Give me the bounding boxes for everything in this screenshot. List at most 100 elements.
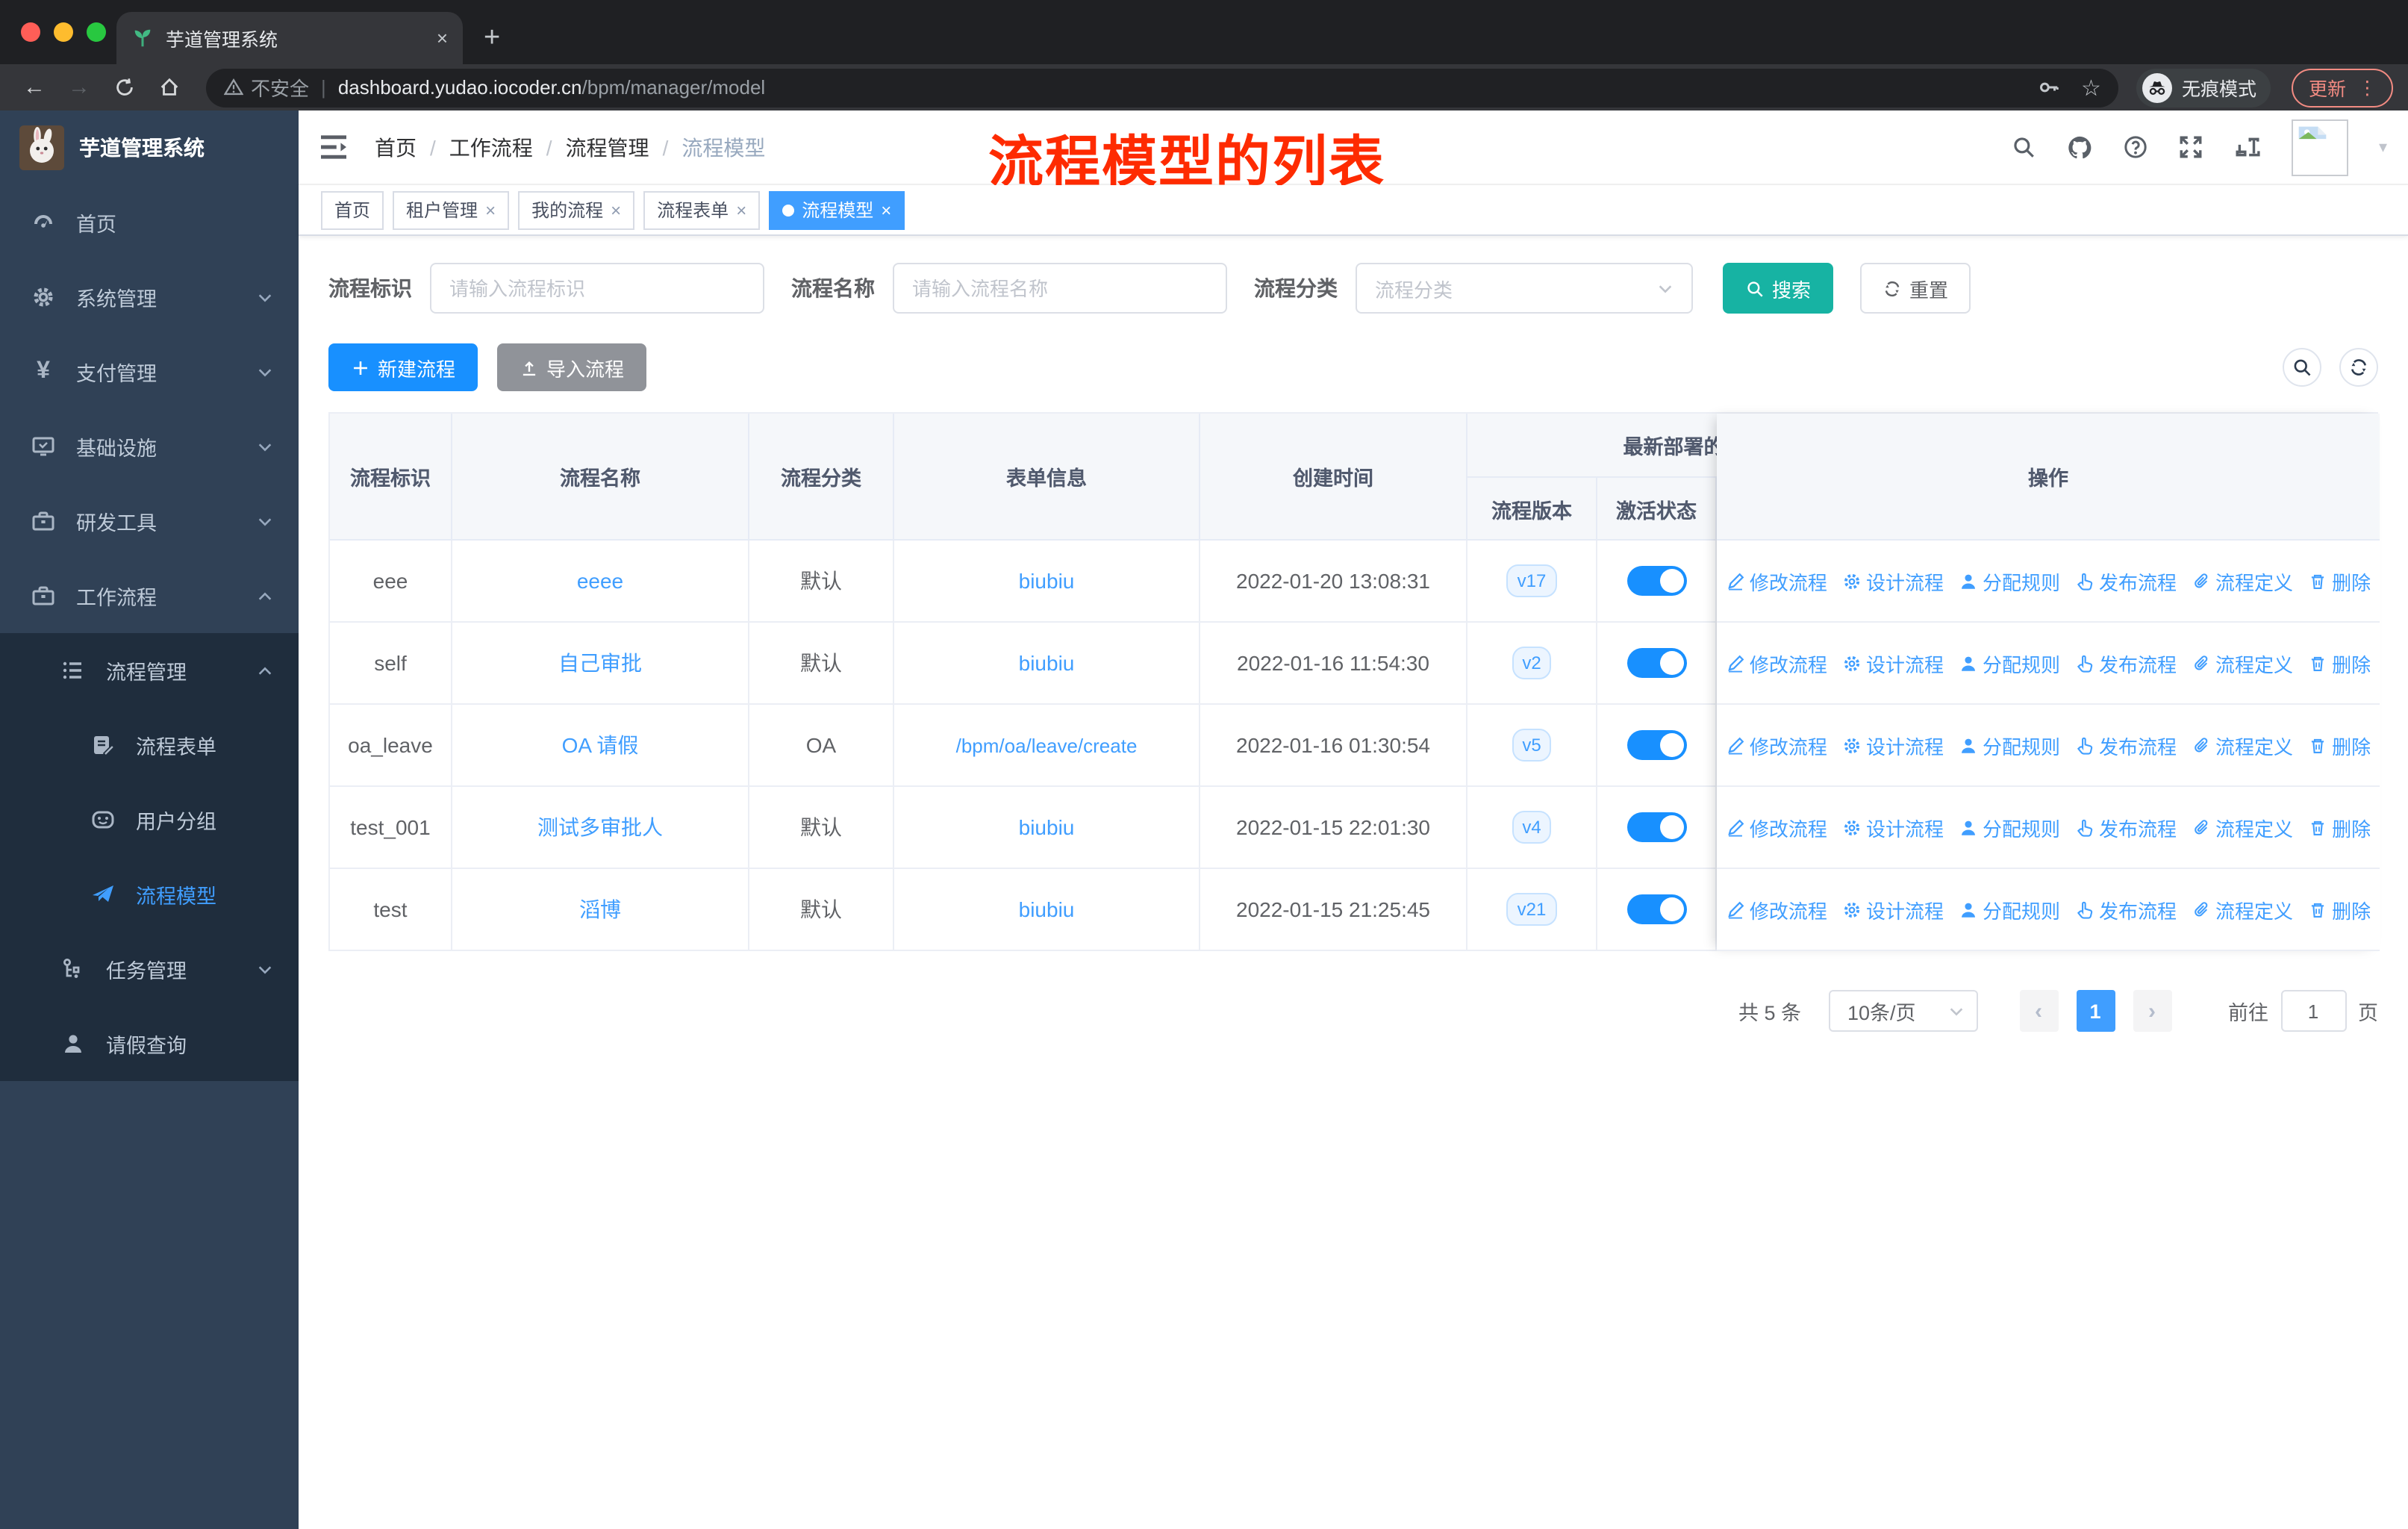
- home-icon[interactable]: [149, 75, 188, 100]
- breadcrumb-workflow[interactable]: 工作流程: [449, 132, 533, 162]
- form-info-link[interactable]: biubiu: [1019, 897, 1075, 921]
- reload-icon[interactable]: [105, 75, 143, 100]
- form-info-link[interactable]: biubiu: [1019, 651, 1075, 675]
- browser-menu-icon[interactable]: ⋮: [2358, 76, 2377, 99]
- key-icon[interactable]: [2038, 76, 2060, 99]
- update-button[interactable]: 更新 ⋮: [2292, 68, 2393, 107]
- form-info-link[interactable]: biubiu: [1019, 569, 1075, 593]
- sidebar-item-workflow[interactable]: 工作流程: [0, 558, 299, 633]
- design-process-link[interactable]: 设计流程: [1835, 731, 1951, 759]
- version-badge[interactable]: v21: [1506, 893, 1557, 926]
- minimize-window-button[interactable]: [54, 22, 73, 42]
- tag-home[interactable]: 首页: [321, 190, 384, 229]
- bookmark-star-icon[interactable]: ☆: [2081, 74, 2101, 101]
- form-info-link[interactable]: /bpm/oa/leave/create: [956, 734, 1138, 756]
- tag-my-process[interactable]: 我的流程 ×: [518, 190, 635, 229]
- version-badge[interactable]: v2: [1512, 647, 1552, 679]
- user-avatar[interactable]: [2292, 119, 2349, 175]
- breadcrumb-home[interactable]: 首页: [375, 132, 417, 162]
- refresh-table-button[interactable]: [2339, 348, 2378, 387]
- fullscreen-icon[interactable]: [2179, 134, 2204, 160]
- tag-process-model-active[interactable]: 流程模型 ×: [769, 190, 905, 229]
- delete-link[interactable]: 删除: [2301, 649, 2378, 677]
- avatar-caret-icon[interactable]: ▾: [2379, 137, 2387, 157]
- next-page-button[interactable]: ›: [2133, 990, 2171, 1032]
- publish-process-link[interactable]: 发布流程: [2068, 813, 2184, 841]
- sidebar-item-process-form[interactable]: 流程表单: [0, 708, 299, 782]
- version-badge[interactable]: v4: [1512, 811, 1552, 844]
- publish-process-link[interactable]: 发布流程: [2068, 567, 2184, 595]
- delete-link[interactable]: 删除: [2301, 895, 2378, 924]
- assign-rule-link[interactable]: 分配规则: [1951, 813, 2068, 841]
- sidebar-item-leave-query[interactable]: 请假查询: [0, 1006, 299, 1081]
- design-process-link[interactable]: 设计流程: [1835, 813, 1951, 841]
- process-definition-link[interactable]: 流程定义: [2184, 895, 2301, 924]
- font-size-icon[interactable]: [2234, 134, 2262, 160]
- publish-process-link[interactable]: 发布流程: [2068, 895, 2184, 924]
- browser-tab[interactable]: 芋道管理系统 ×: [116, 12, 463, 64]
- version-badge[interactable]: v5: [1512, 729, 1552, 762]
- sidebar-item-task-management[interactable]: 任务管理: [0, 932, 299, 1006]
- sidebar-item-home[interactable]: 首页: [0, 185, 299, 260]
- edit-process-link[interactable]: 修改流程: [1718, 731, 1835, 759]
- address-bar[interactable]: 不安全 | dashboard.yudao.iocoder.cn/bpm/man…: [206, 68, 2119, 107]
- tag-tenant[interactable]: 租户管理 ×: [393, 190, 510, 229]
- delete-link[interactable]: 删除: [2301, 813, 2378, 841]
- tag-close-icon[interactable]: ×: [485, 199, 496, 220]
- github-icon[interactable]: [2067, 134, 2094, 161]
- delete-link[interactable]: 删除: [2301, 567, 2378, 595]
- active-toggle[interactable]: [1626, 566, 1686, 596]
- process-definition-link[interactable]: 流程定义: [2184, 649, 2301, 677]
- sidebar-item-process-model[interactable]: 流程模型: [0, 857, 299, 932]
- page-size-select[interactable]: 10条/页: [1828, 990, 1977, 1032]
- delete-link[interactable]: 删除: [2301, 731, 2378, 759]
- sidebar-item-infrastructure[interactable]: 基础设施: [0, 409, 299, 484]
- tag-close-icon[interactable]: ×: [736, 199, 746, 220]
- process-name-link[interactable]: 滔博: [579, 894, 621, 924]
- design-process-link[interactable]: 设计流程: [1835, 567, 1951, 595]
- form-info-link[interactable]: biubiu: [1019, 815, 1075, 839]
- sidebar-logo[interactable]: 芋道管理系统: [0, 110, 299, 185]
- process-id-input[interactable]: [430, 263, 764, 314]
- edit-process-link[interactable]: 修改流程: [1718, 649, 1835, 677]
- back-icon[interactable]: ←: [15, 75, 54, 100]
- process-name-link[interactable]: 测试多审批人: [537, 812, 663, 842]
- design-process-link[interactable]: 设计流程: [1835, 649, 1951, 677]
- assign-rule-link[interactable]: 分配规则: [1951, 731, 2068, 759]
- prev-page-button[interactable]: ‹: [2019, 990, 2058, 1032]
- toggle-search-button[interactable]: [2283, 348, 2321, 387]
- create-process-button[interactable]: 新建流程: [328, 343, 478, 391]
- active-toggle[interactable]: [1626, 894, 1686, 924]
- version-badge[interactable]: v17: [1506, 564, 1557, 597]
- sidebar-item-devtools[interactable]: 研发工具: [0, 484, 299, 558]
- new-tab-button[interactable]: +: [484, 22, 500, 55]
- process-name-link[interactable]: OA 请假: [562, 730, 639, 760]
- assign-rule-link[interactable]: 分配规则: [1951, 567, 2068, 595]
- sidebar-item-payment[interactable]: ¥ 支付管理: [0, 334, 299, 409]
- edit-process-link[interactable]: 修改流程: [1718, 813, 1835, 841]
- sidebar-item-system[interactable]: 系统管理: [0, 260, 299, 334]
- publish-process-link[interactable]: 发布流程: [2068, 731, 2184, 759]
- security-status[interactable]: 不安全: [224, 73, 309, 102]
- window-controls[interactable]: [21, 22, 106, 42]
- active-toggle[interactable]: [1626, 730, 1686, 760]
- forward-icon[interactable]: →: [60, 75, 99, 100]
- help-icon[interactable]: [2124, 134, 2149, 160]
- reset-button[interactable]: 重置: [1860, 263, 1971, 314]
- search-button[interactable]: 搜索: [1723, 263, 1834, 314]
- maximize-window-button[interactable]: [87, 22, 106, 42]
- sidebar-item-process-management[interactable]: 流程管理: [0, 633, 299, 708]
- process-definition-link[interactable]: 流程定义: [2184, 813, 2301, 841]
- assign-rule-link[interactable]: 分配规则: [1951, 895, 2068, 924]
- tab-close-icon[interactable]: ×: [437, 27, 448, 49]
- edit-process-link[interactable]: 修改流程: [1718, 567, 1835, 595]
- design-process-link[interactable]: 设计流程: [1835, 895, 1951, 924]
- goto-page-input[interactable]: [2280, 990, 2346, 1032]
- category-select[interactable]: 流程分类: [1356, 263, 1693, 314]
- import-process-button[interactable]: 导入流程: [497, 343, 647, 391]
- hamburger-icon[interactable]: [319, 134, 348, 160]
- current-page-button[interactable]: 1: [2076, 990, 2115, 1032]
- tag-close-icon[interactable]: ×: [881, 199, 891, 220]
- sidebar-item-user-group[interactable]: 用户分组: [0, 782, 299, 857]
- tag-process-form[interactable]: 流程表单 ×: [643, 190, 761, 229]
